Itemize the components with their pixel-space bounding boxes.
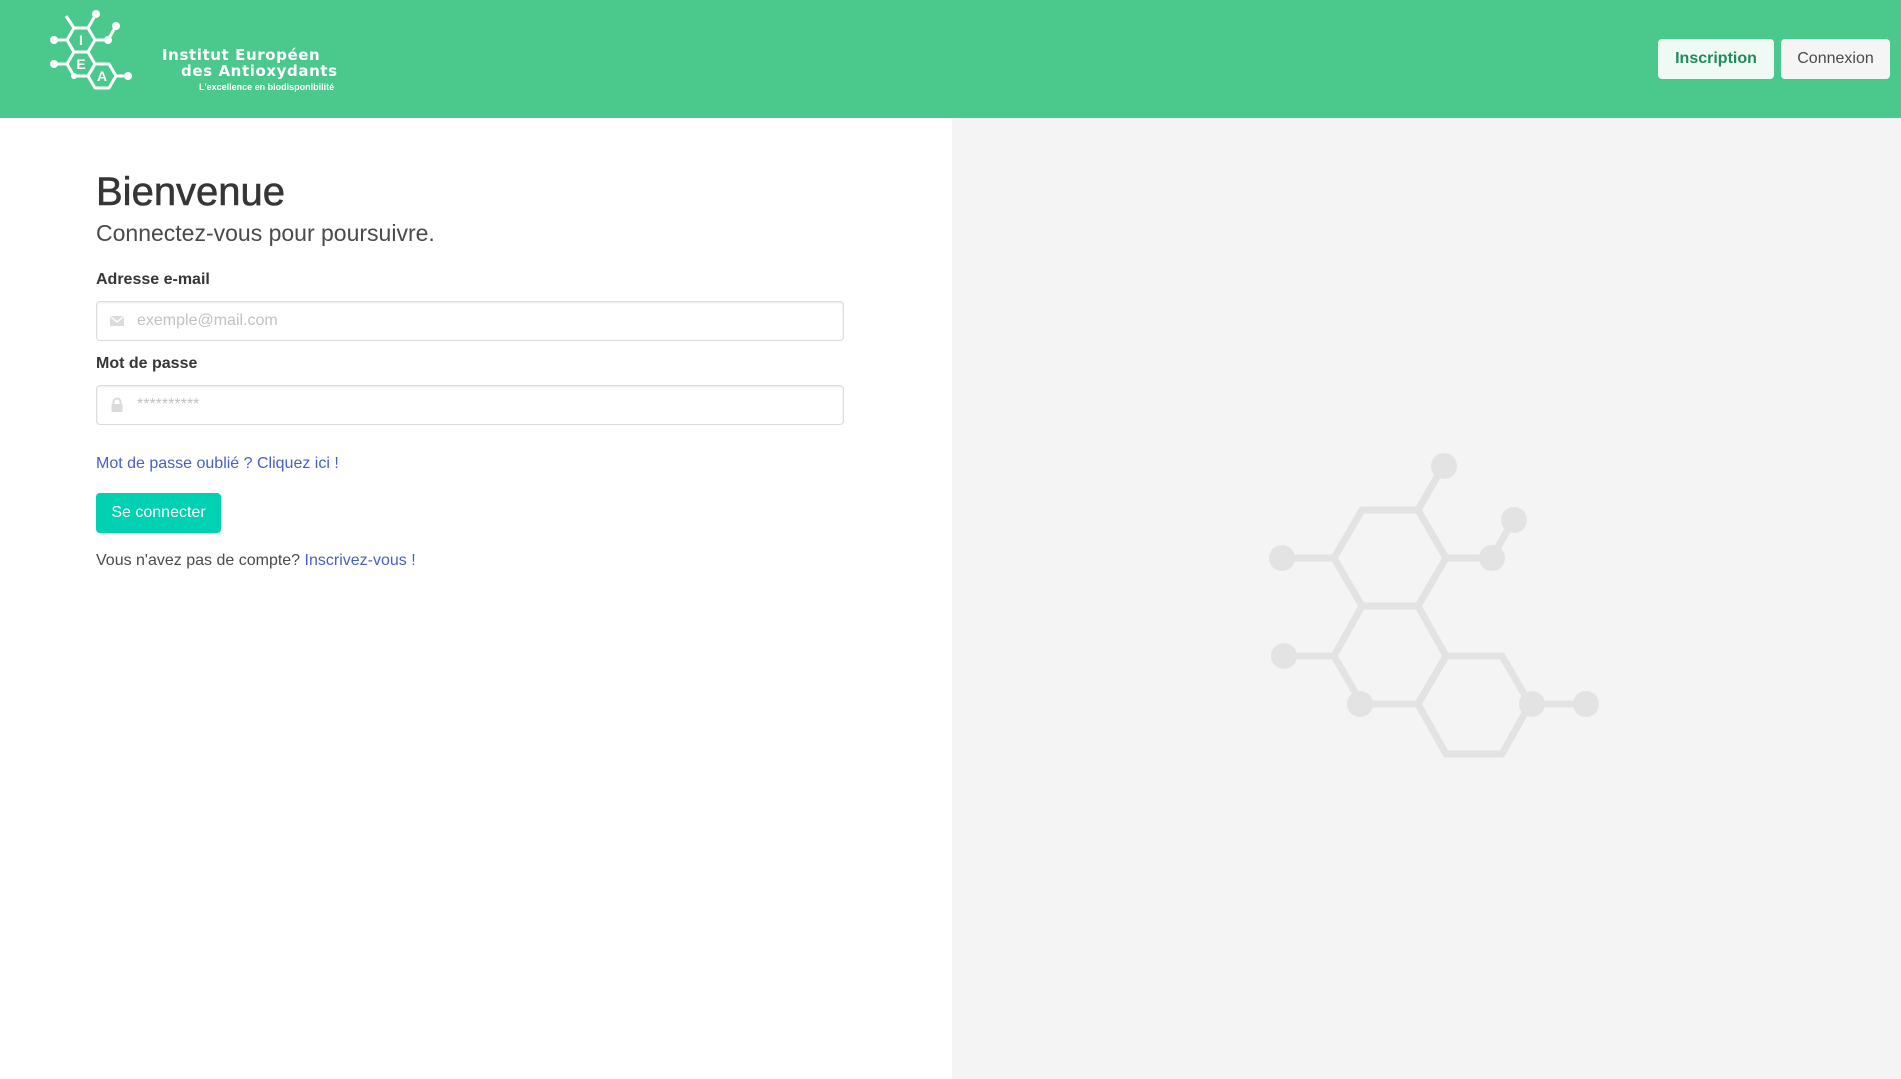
envelope-icon [109,313,125,329]
lock-icon [109,397,125,413]
password-label: Mot de passe [96,355,198,372]
login-pane: Bienvenue Connectez-vous pour poursuivre… [0,118,952,1079]
page-title: Bienvenue [96,170,286,215]
svg-text:A: A [97,68,107,84]
forgot-password-link[interactable]: Mot de passe oublié ? Cliquez ici ! [96,455,339,473]
logo-title: Institut Européen des Antioxydants [162,47,338,79]
connexion-button[interactable]: Connexion [1781,39,1890,79]
signup-prompt: Vous n'avez pas de compte? Inscrivez-vou… [96,552,416,570]
no-account-text: Vous n'avez pas de compte? [96,552,301,569]
email-label: Adresse e-mail [96,271,210,288]
logo-link[interactable]: I E A Institut Européen des Antioxydants… [46,4,337,104]
navbar: I E A Institut Européen des Antioxydants… [0,0,1901,118]
page-subtitle: Connectez-vous pour poursuivre. [96,220,435,246]
illustration-pane [952,118,1901,1079]
logo-title-line2: des Antioxydants [181,62,338,80]
signup-link[interactable]: Inscrivez-vous ! [305,552,416,569]
password-input[interactable] [137,386,837,424]
svg-text:E: E [76,56,85,72]
login-submit-button[interactable]: Se connecter [96,493,221,533]
password-field-wrapper [96,385,844,425]
inscription-button[interactable]: Inscription [1658,39,1774,79]
svg-text:I: I [79,32,83,48]
molecule-icon [1269,453,1599,758]
logo-tagline: L'excellence en biodisponibilité [199,82,335,92]
email-input[interactable] [137,302,837,340]
email-field-wrapper [96,301,844,341]
molecule-logo-icon: I E A [50,10,132,90]
